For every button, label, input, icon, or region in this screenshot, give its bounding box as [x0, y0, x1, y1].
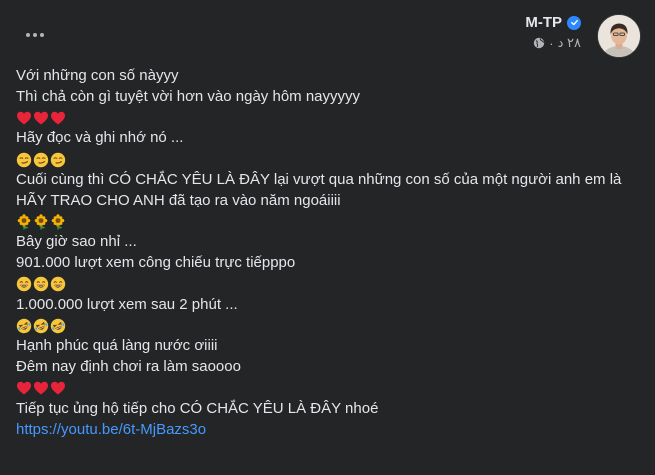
post-text-line: Hạnh phúc quá làng nước ơiiii	[16, 337, 218, 355]
post-timestamp[interactable]: ٢٨ د	[558, 35, 581, 51]
red-heart-icon	[33, 380, 49, 396]
post-body: Với những con số nàyyy Thì chả còn gì tu…	[16, 66, 636, 440]
author-avatar[interactable]	[597, 14, 641, 58]
red-heart-icon	[50, 110, 66, 126]
verified-badge-icon	[567, 15, 581, 30]
rofl-face-icon	[50, 318, 66, 334]
facebook-post: M-TP · ٢٨ د Với những con số nàyyy Thì c…	[0, 0, 655, 475]
post-text-line: 1.000.000 lượt xem sau 2 phút ...	[16, 295, 238, 313]
more-horizontal-icon	[26, 33, 30, 37]
red-heart-icon	[50, 380, 66, 396]
rofl-face-icon	[33, 318, 49, 334]
globe-icon[interactable]	[533, 37, 545, 49]
more-options-button[interactable]	[20, 22, 50, 48]
red-heart-icon	[16, 110, 32, 126]
sunflower-icon	[33, 214, 49, 230]
smirk-face-icon	[33, 152, 49, 168]
emoji-row-rofl	[16, 316, 636, 337]
red-heart-icon	[16, 380, 32, 396]
post-text-line: Cuối cùng thì CÓ CHẮC YÊU LÀ ĐÂY lại vượ…	[16, 170, 622, 209]
emoji-row-smirk	[16, 149, 636, 170]
post-text-line: Bây giờ sao nhỉ ...	[16, 233, 137, 251]
emoji-row-sunflower	[16, 212, 636, 233]
grinning-face-icon	[50, 276, 66, 292]
grinning-face-icon	[16, 276, 32, 292]
author-name[interactable]: M-TP	[525, 14, 562, 31]
youtube-link[interactable]: https://youtu.be/6t-MjBazs3o	[16, 421, 206, 438]
post-text-line: Với những con số nàyyy	[16, 67, 179, 84]
emoji-row-grin	[16, 274, 636, 295]
sunflower-icon	[16, 214, 32, 230]
sunflower-icon	[50, 214, 66, 230]
emoji-row-hearts	[16, 108, 636, 129]
post-text-line: 901.000 lượt xem công chiếu trực tiếpppo	[16, 254, 296, 272]
smirk-face-icon	[16, 152, 32, 168]
smirk-face-icon	[50, 152, 66, 168]
post-header: M-TP · ٢٨ د	[525, 14, 581, 51]
red-heart-icon	[33, 110, 49, 126]
post-text-line: Đêm nay định chơi ra làm saoooo	[16, 358, 241, 376]
dot-separator: ·	[549, 35, 554, 51]
emoji-row-hearts	[16, 378, 636, 399]
post-text-line: Hãy đọc và ghi nhớ nó ...	[16, 129, 184, 147]
rofl-face-icon	[16, 318, 32, 334]
post-text-line: Tiếp tục ủng hộ tiếp cho CÓ CHẮC YÊU LÀ …	[16, 399, 379, 417]
post-text-line: Thì chả còn gì tuyệt vời hơn vào ngày hô…	[16, 87, 361, 105]
grinning-face-icon	[33, 276, 49, 292]
